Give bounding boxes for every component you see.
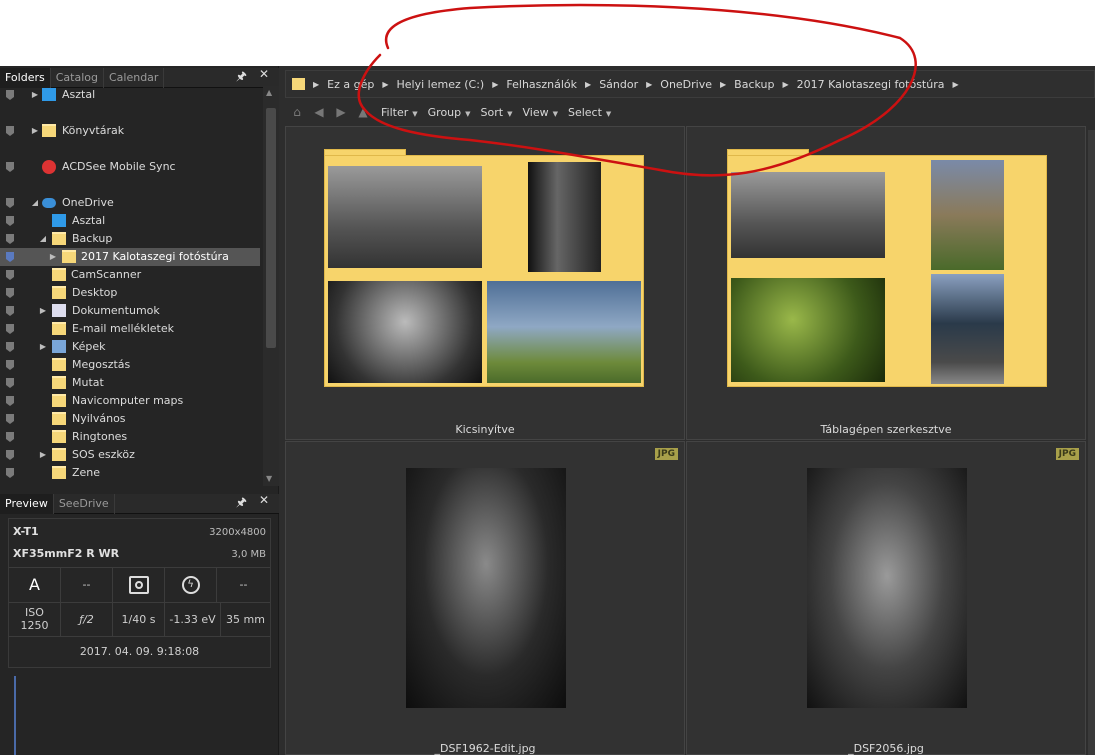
annotation-stroke: [357, 3, 917, 177]
annotation-circle: [357, 3, 917, 177]
